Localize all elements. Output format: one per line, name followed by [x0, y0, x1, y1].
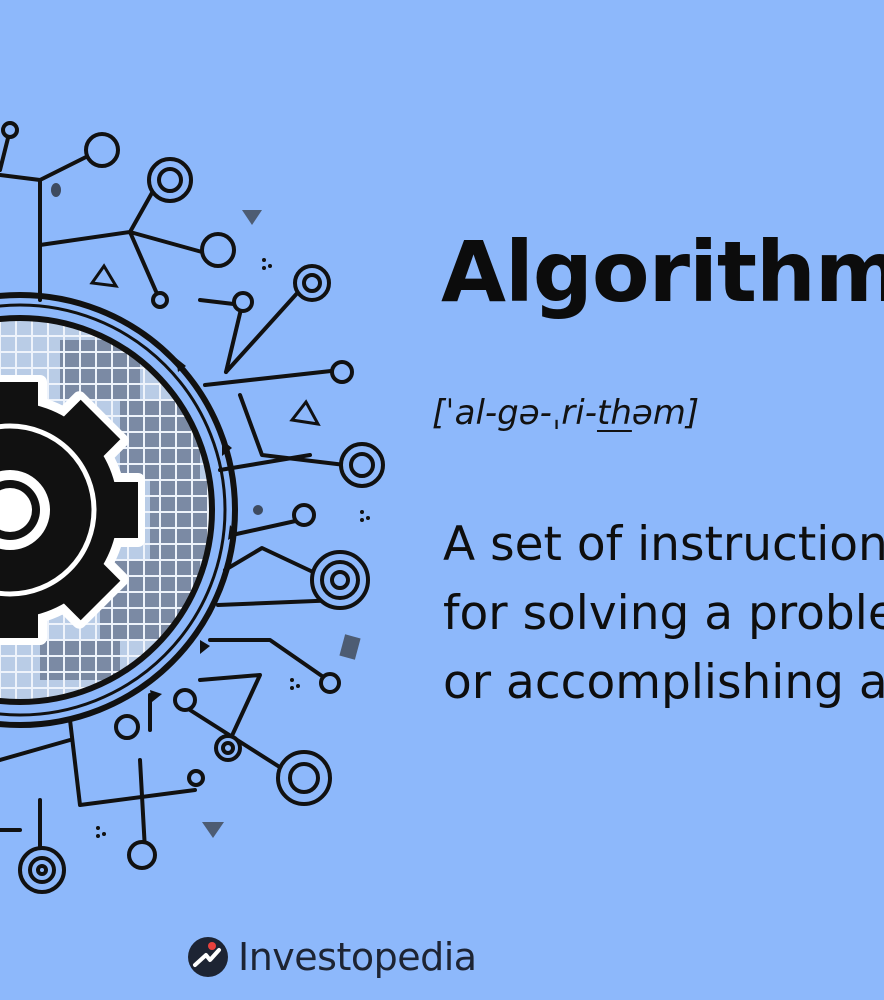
algorithm-card: Algorithm [ˈal-gə-ˌri-thəm] A set of ins… [0, 0, 884, 1000]
gear-circuit-illustration [0, 121, 385, 894]
definition-line: A set of instructions [443, 517, 884, 572]
page-title: Algorithm [441, 223, 884, 321]
brand-logo: Investopedia [186, 933, 477, 981]
brand-name: Investopedia [238, 935, 477, 979]
pronunciation: [ˈal-gə-ˌri-thəm] [432, 393, 699, 433]
pronunciation-before: [ˈal-gə-ˌri- [432, 393, 597, 433]
definition-line: or accomplishing a [443, 655, 884, 710]
definition-line: for solving a problem [443, 586, 884, 641]
investopedia-logo-icon [188, 937, 228, 977]
pronunciation-after: əm] [631, 393, 700, 433]
definition: A set of instructions for solving a prob… [443, 510, 884, 717]
pronunciation-underlined: th [596, 393, 632, 433]
